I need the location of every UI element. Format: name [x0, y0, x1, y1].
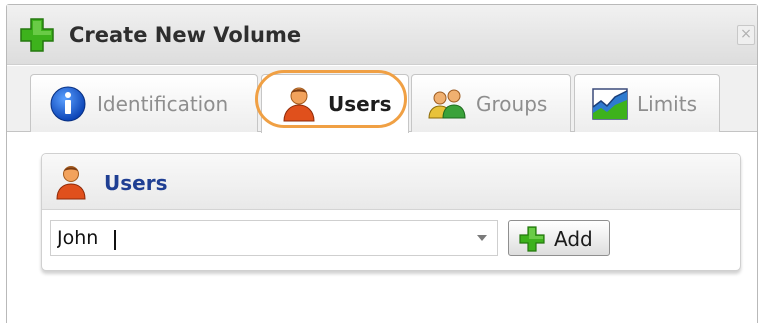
tab-users-label: Users [328, 92, 392, 116]
chart-icon [592, 88, 628, 120]
plus-icon [20, 18, 54, 52]
text-caret [114, 230, 116, 250]
user-icon [283, 87, 315, 122]
group-icon [428, 89, 466, 119]
tab-groups[interactable]: Groups [411, 74, 571, 132]
user-icon [56, 166, 86, 200]
tab-identification[interactable]: Identification [30, 74, 258, 132]
plus-icon [519, 226, 545, 252]
info-icon [50, 86, 86, 122]
close-icon: × [740, 26, 752, 42]
user-select-combobox[interactable] [50, 220, 498, 256]
add-button[interactable]: Add [508, 220, 610, 256]
tab-strip: Identification Users Groups Limits [7, 66, 757, 133]
tab-identification-label: Identification [97, 92, 229, 116]
tab-limits-label: Limits [637, 92, 697, 116]
dialog-title: Create New Volume [69, 23, 302, 47]
users-panel-title: Users [104, 171, 168, 195]
tab-limits[interactable]: Limits [574, 74, 720, 132]
close-button[interactable]: × [737, 25, 755, 45]
users-panel: Users Add [41, 153, 741, 271]
chevron-down-icon [477, 235, 487, 241]
add-button-label: Add [554, 227, 593, 251]
tab-groups-label: Groups [476, 92, 548, 116]
tab-users[interactable]: Users [261, 74, 409, 133]
users-panel-header: Users [42, 154, 740, 210]
create-volume-dialog: Create New Volume × Identification Users [6, 4, 758, 323]
dialog-titlebar: Create New Volume × [7, 5, 757, 65]
dropdown-button[interactable] [467, 221, 497, 255]
